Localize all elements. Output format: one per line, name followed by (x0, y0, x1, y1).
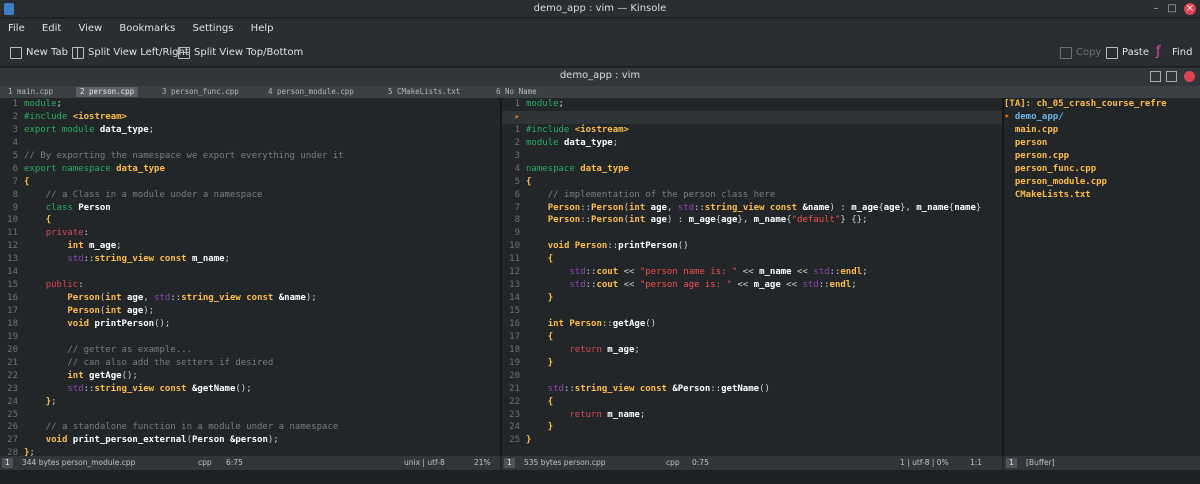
mode-indicator: 1 (504, 458, 515, 468)
tab-no-name[interactable]: 6 No Name (492, 87, 541, 97)
close-window-button[interactable]: × (1184, 3, 1196, 15)
tab-person-func-cpp[interactable]: 3 person_func.cpp (158, 87, 243, 97)
split-horizontal-icon (178, 47, 190, 59)
menu-bar: File Edit View Bookmarks Settings Help (0, 19, 1200, 39)
detach-view-icon[interactable] (1166, 71, 1177, 82)
encoding: unix | utf-8 (404, 458, 445, 467)
mode-indicator: 1 (2, 458, 13, 468)
tab-main-cpp[interactable]: 1 main.cpp (4, 87, 57, 97)
find-icon: ƒ (1156, 44, 1161, 59)
scroll-percent: 21% (474, 458, 491, 467)
menu-bookmarks[interactable]: Bookmarks (119, 19, 175, 39)
menu-edit[interactable]: Edit (42, 19, 61, 39)
maximize-button[interactable]: □ (1166, 3, 1178, 15)
encoding: 1 | utf-8 | 0% (900, 458, 949, 467)
tree-buffer-label: [Buffer] (1026, 458, 1055, 467)
window-titlebar: demo_app : vim — Kinsole – □ × (0, 0, 1200, 18)
paste-label: Paste (1122, 47, 1149, 58)
tree-folder-demo-app[interactable]: ▾ demo_app/ (1004, 111, 1200, 124)
file-size-name: 344 bytes person_module.cpp (22, 458, 136, 467)
split-vertical-icon (72, 47, 84, 59)
left-editor-pane[interactable]: 1 2 3 4 5 6 7 8 9 10 11 12 13 14 15 16 17 18 19 20 21 22 23 2… (0, 98, 500, 456)
tab-person-module-cpp[interactable]: 4 person_module.cpp (264, 87, 358, 97)
new-tab-icon (10, 47, 22, 59)
new-tab-button[interactable]: New Tab (10, 44, 68, 62)
tab-person-cpp[interactable]: 2 person.cpp (76, 87, 139, 97)
menu-file[interactable]: File (8, 19, 25, 39)
cursor-position: 6:75 (226, 458, 243, 467)
close-view-icon[interactable] (1184, 71, 1195, 82)
tree-item-cmakelists[interactable]: CMakeLists.txt (1004, 189, 1200, 202)
copy-label: Copy (1076, 47, 1102, 58)
main-toolbar: New Tab Split View Left/Right Split View… (0, 39, 1200, 67)
split-top-bottom-label: Split View Top/Bottom (194, 47, 304, 58)
split-top-bottom-button[interactable]: Split View Top/Bottom (178, 44, 303, 62)
copy-icon (1060, 47, 1072, 59)
menu-settings[interactable]: Settings (192, 19, 233, 39)
line-numbers-gutter: 1 2 3 4 5 6 7 8 9 10 11 12 13 14 15 16 17 18 19 20 21 22 23 2… (7, 99, 18, 456)
document-titlebar: demo_app : vim (0, 68, 1200, 86)
code-area[interactable]: module; #include <iostream> module data_… (526, 98, 981, 447)
line-numbers-gutter: 1 ▸ 1 2 3 4 5 6 7 8 9 10 11 12 13 14 15 16 17 18 19 20 21 22 2… (509, 99, 520, 446)
tree-item-person-cpp[interactable]: person.cpp (1004, 150, 1200, 163)
tree-item-person-module-cpp[interactable]: person_module.cpp (1004, 176, 1200, 189)
middle-statusline: 1 535 bytes person.cpp cpp 0:75 1 | utf-… (502, 456, 1002, 470)
copy-button[interactable]: Copy (1060, 44, 1101, 62)
file-type: cpp (198, 458, 212, 467)
cursor-position: 0:75 (692, 458, 709, 467)
tree-item-main-cpp[interactable]: main.cpp (1004, 124, 1200, 137)
folder-arrow-icon: ▾ (1004, 111, 1015, 122)
split-left-right-label: Split View Left/Right (88, 47, 189, 58)
tree-header: [TA]: ch_05_crash_course_refre (1004, 99, 1167, 109)
window-title: demo_app : vim — Kinsole (533, 3, 667, 14)
tree-item-person-func-cpp[interactable]: person_func.cpp (1004, 163, 1200, 176)
mode-indicator: 1 (1006, 458, 1017, 468)
new-tab-label: New Tab (26, 47, 68, 58)
menu-view[interactable]: View (78, 19, 102, 39)
tree-item-person[interactable]: person (1004, 137, 1200, 150)
paste-icon (1106, 47, 1118, 59)
menu-help[interactable]: Help (251, 19, 274, 39)
split-left-right-button[interactable]: Split View Left/Right (72, 44, 189, 62)
vim-tabline: 1 main.cpp 2 person.cpp 3 person_func.cp… (0, 86, 1200, 98)
minimize-button[interactable]: – (1150, 3, 1162, 15)
command-line[interactable] (0, 470, 1200, 484)
tree-statusline: 1 [Buffer] (1004, 456, 1200, 470)
code-area[interactable]: module; #include <iostream> export modul… (24, 98, 344, 456)
tab-cmakelists[interactable]: 5 CMakeLists.txt (384, 87, 464, 97)
left-statusline: 1 344 bytes person_module.cpp cpp 6:75 u… (0, 456, 500, 470)
middle-editor-pane[interactable]: 1 ▸ 1 2 3 4 5 6 7 8 9 10 11 12 13 14 15 16 17 18 19 20 21 22 2… (502, 98, 1002, 456)
find-button[interactable]: ƒ Find (1156, 44, 1193, 62)
line-col: 1:1 (970, 458, 983, 467)
find-label: Find (1172, 47, 1193, 58)
file-tree-pane[interactable]: [TA]: ch_05_crash_course_refre ▾ demo_ap… (1004, 98, 1200, 456)
document-title: demo_app : vim (559, 70, 641, 81)
paste-button[interactable]: Paste (1106, 44, 1149, 62)
file-type: cpp (666, 458, 680, 467)
split-view-icon[interactable] (1150, 71, 1161, 82)
file-size-name: 535 bytes person.cpp (524, 458, 606, 467)
